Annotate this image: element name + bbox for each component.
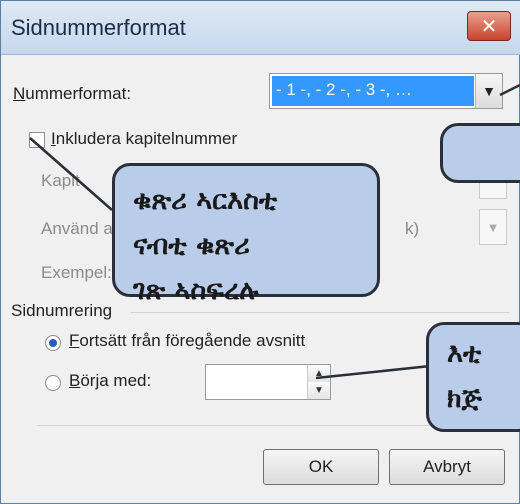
start-at-callout: እቲ ክጅ bbox=[426, 322, 520, 432]
chapter-callout-text: ቁጽሪ ኣርእስቲ ናብቲ ቁጽሪ ገጽ ኣስፍረሉ bbox=[133, 185, 278, 306]
chapter-number-callout: ቁጽሪ ኣርእስቲ ናብቲ ቁጽሪ ገጽ ኣስፍረሉ bbox=[112, 163, 380, 306]
start-at-callout-text: እቲ ክጅ bbox=[447, 338, 482, 414]
chapter-callout-pointer bbox=[29, 137, 113, 211]
top-callout-pointer bbox=[499, 83, 520, 97]
top-right-callout bbox=[440, 123, 520, 183]
bottom-callout-pointer bbox=[315, 363, 441, 380]
